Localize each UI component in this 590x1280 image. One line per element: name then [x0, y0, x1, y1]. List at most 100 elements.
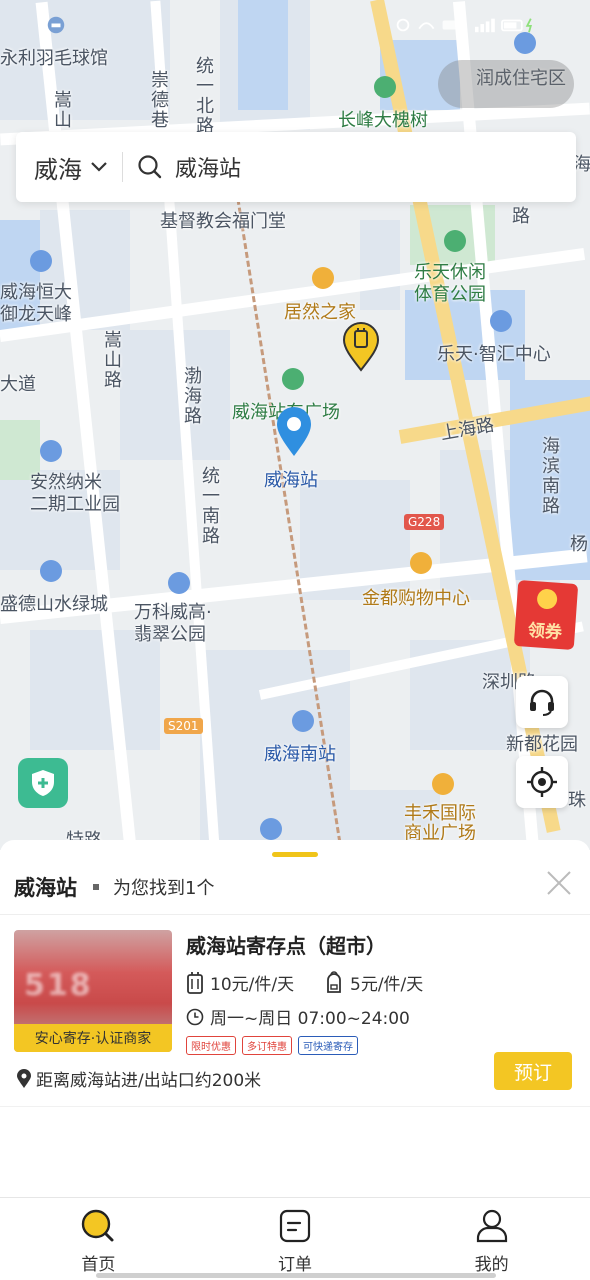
clock-icon [186, 1008, 204, 1025]
map-label: 永利羽毛球馆 [0, 48, 108, 69]
residence-icon [260, 818, 282, 840]
map-label: 威海站 [264, 470, 318, 491]
result-count: 为您找到1个 [113, 878, 215, 899]
price-large: 10元/件/天 [186, 970, 294, 995]
certified-badge: 安心寄存·认证商家 [14, 1024, 172, 1052]
crosshair-icon [527, 767, 557, 797]
tab-home[interactable]: 首页 [0, 1198, 197, 1280]
city-label: 威海 [34, 155, 82, 184]
hours-text: 周一~周日 07:00~24:00 [210, 1009, 410, 1029]
sheet-drag-handle[interactable] [272, 852, 318, 857]
map-label: 居然之家 [284, 302, 356, 323]
divider [0, 1106, 590, 1107]
map-label: 乐天·智汇中心 [437, 344, 551, 365]
shopping-icon [410, 552, 432, 574]
status-icons [396, 18, 532, 33]
book-button[interactable]: 预订 [494, 1052, 572, 1090]
price-small: 5元/件/天 [324, 970, 423, 995]
shopping-icon [312, 267, 334, 289]
map-road-label: 渤海路 [181, 366, 202, 426]
suitcase-icon [187, 971, 203, 994]
tag-express: 可快递寄存 [298, 1036, 358, 1055]
train-station-icon [292, 710, 314, 732]
search-query: 威海站 [175, 157, 242, 182]
map-block [360, 220, 400, 310]
map-label: 大道 [0, 374, 36, 395]
map-label: 杨 [570, 534, 588, 555]
order-icon [279, 1209, 311, 1243]
coupon-label: 领券 [527, 620, 563, 644]
factory-icon [40, 440, 62, 462]
distance-text: 距离威海站进/出站口约200米 [36, 1071, 262, 1091]
separator-dot [93, 884, 99, 890]
tag-limited-offer: 限时优惠 [186, 1036, 236, 1055]
map-road-label: 嵩山 [51, 90, 72, 130]
price-large-text: 10元/件/天 [210, 975, 295, 995]
tag-multi-discount: 多订特惠 [242, 1036, 292, 1055]
opening-hours: 周一~周日 07:00~24:00 [186, 1004, 410, 1029]
profile-icon [476, 1209, 507, 1243]
store-card[interactable]: 518 安心寄存·认证商家 威海站寄存点（超市） 10元/件/天 5元/件/天 … [0, 916, 590, 1107]
residence-icon [168, 572, 190, 594]
park-icon [444, 230, 466, 252]
map-label: 基督教会福门堂 [160, 211, 286, 232]
tab-orders[interactable]: 订单 [197, 1198, 394, 1280]
map-road-shield: G228 [404, 514, 445, 530]
city-selector[interactable]: 威海 [16, 132, 122, 202]
price-small-text: 5元/件/天 [350, 975, 424, 995]
map-label: 威海恒大 御龙天峰 [0, 282, 72, 325]
locate-me-button[interactable] [516, 756, 568, 808]
sheet-title: 威海站 [14, 876, 77, 900]
status-bar [0, 6, 590, 108]
customer-service-button[interactable] [516, 676, 568, 728]
tab-profile[interactable]: 我的 [393, 1198, 590, 1280]
bottom-tab-bar: 首页 订单 我的 [0, 1197, 590, 1280]
results-sheet: 威海站 为您找到1个 518 安心寄存·认证商家 威海站寄存点（超市） 10元/… [0, 840, 590, 1198]
map-label: 威海南站 [264, 744, 336, 765]
search-bar[interactable]: 威海 威海站 [16, 132, 576, 202]
square-icon [282, 368, 304, 390]
search-input[interactable]: 威海站 [123, 151, 241, 183]
map-road-label: 嵩山路 [101, 330, 122, 390]
coupon-seal-icon [536, 588, 558, 610]
map-view[interactable]: 永利羽毛球馆 润成住宅区 长峰大槐树 基督教会福门堂 乐天休闲 体育公园 威海恒… [0, 0, 590, 850]
map-park [0, 420, 40, 480]
map-road-label: 统一北路 [193, 56, 214, 136]
park-icon [374, 76, 396, 98]
map-road-label: 崇德巷 [148, 70, 169, 130]
home-indicator [96, 1273, 496, 1278]
map-label: 丰禾国际 商业广场 [404, 803, 476, 844]
distance-info: 距离威海站进/出站口约200米 [16, 1066, 261, 1091]
map-label: 万科威高· 翡翠公园 [134, 602, 212, 645]
divider [0, 914, 590, 915]
search-icon [138, 155, 162, 179]
map-road-shield: S201 [164, 718, 203, 734]
floating-pill[interactable] [438, 60, 574, 108]
store-name: 威海站寄存点（超市） [186, 934, 386, 958]
app-root: 永利羽毛球馆 润成住宅区 长峰大槐树 基督教会福门堂 乐天休闲 体育公园 威海恒… [0, 0, 590, 1280]
map-label: 路 [512, 206, 530, 227]
store-thumbnail: 518 安心寄存·认证商家 [14, 930, 172, 1052]
map-label: 安然纳米 二期工业园 [30, 472, 120, 515]
map-label: 珠 [568, 790, 586, 811]
map-label: 乐天休闲 体育公园 [414, 262, 486, 305]
promo-tags: 限时优惠 多订特惠 可快递寄存 [186, 1036, 364, 1055]
luggage-marker-icon[interactable] [342, 322, 380, 372]
safety-shield-button[interactable] [18, 758, 68, 808]
map-label: 上海路 [438, 414, 496, 445]
map-label: 新都花园 [506, 734, 578, 755]
tab-label: 首页 [81, 1255, 116, 1275]
map-label: 长峰大槐树 [338, 110, 428, 131]
map-label: 金都购物中心 [362, 588, 470, 609]
thumbnail-sign: 518 [24, 968, 93, 1003]
search-home-icon [82, 1209, 114, 1242]
location-pin-icon[interactable] [276, 406, 312, 458]
residence-icon [30, 250, 52, 272]
coupon-button[interactable]: 领券 [513, 579, 579, 651]
close-icon[interactable] [546, 870, 572, 896]
map-road-label: 统一南路 [199, 466, 220, 546]
chevron-down-icon [91, 162, 107, 172]
headset-icon [530, 689, 554, 716]
sheet-header: 威海站 为您找到1个 [14, 872, 214, 902]
shopping-icon [432, 773, 454, 795]
